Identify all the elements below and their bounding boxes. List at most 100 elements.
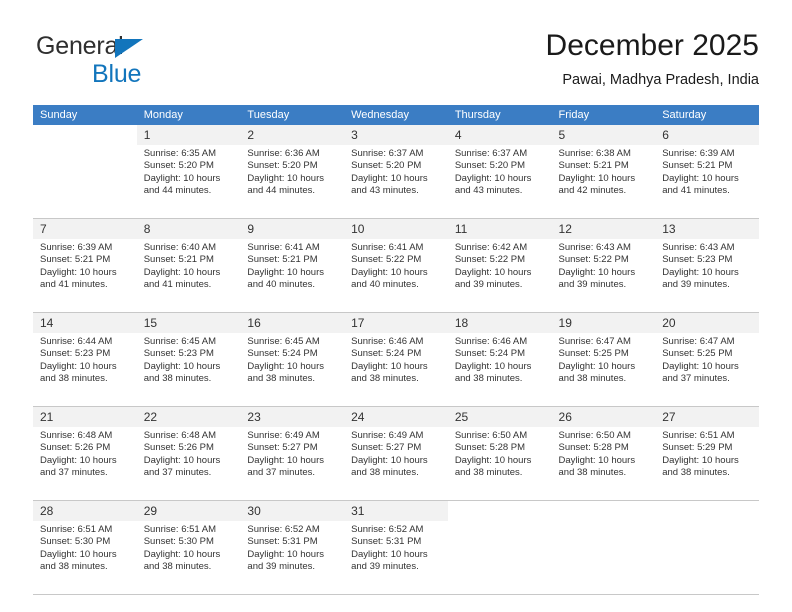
day-number[interactable]: 21 — [33, 406, 137, 427]
day-number[interactable]: 26 — [551, 406, 656, 427]
day-cell[interactable]: Sunrise: 6:37 AM Sunset: 5:20 PM Daylight:… — [344, 145, 448, 219]
day-detail-line: and 44 minutes. — [143, 185, 212, 197]
day-detail-line: Sunset: 5:24 PM — [454, 348, 526, 360]
day-detail-line: Sunrise: 6:37 AM — [351, 148, 424, 159]
day-number[interactable]: 25 — [447, 406, 552, 427]
day-number[interactable]: 8 — [136, 218, 241, 239]
day-number[interactable]: 1 — [136, 125, 241, 145]
day-detail-line: Sunrise: 6:48 AM — [40, 430, 113, 441]
day-cell[interactable]: Sunrise: 6:45 AM Sunset: 5:23 PM Daylight:… — [136, 333, 241, 407]
day-detail-line: Sunset: 5:21 PM — [247, 254, 318, 266]
day-number[interactable]: 2 — [240, 125, 345, 145]
day-detail-line: Daylight: 10 hours — [454, 360, 532, 372]
week-detail-row: Sunrise: 6:39 AM Sunset: 5:21 PM Daylight:… — [33, 239, 759, 313]
day-number[interactable]: 18 — [447, 312, 552, 333]
day-number[interactable]: 30 — [240, 500, 345, 521]
day-detail-line: Sunrise: 6:39 AM — [40, 242, 113, 253]
day-number[interactable]: 24 — [344, 406, 448, 427]
day-detail-line: Sunset: 5:22 PM — [351, 254, 422, 266]
day-detail-line: Sunset: 5:27 PM — [351, 442, 422, 454]
day-cell[interactable]: Sunrise: 6:41 AM Sunset: 5:21 PM Daylight:… — [240, 239, 345, 313]
day-cell[interactable]: Sunrise: 6:51 AM Sunset: 5:30 PM Daylight:… — [136, 521, 241, 595]
day-detail-line: and 39 minutes. — [247, 561, 316, 573]
day-cell[interactable]: Sunrise: 6:39 AM Sunset: 5:21 PM Daylight:… — [655, 145, 759, 219]
day-detail-line: Sunrise: 6:44 AM — [40, 336, 113, 347]
day-detail-line: Daylight: 10 hours — [143, 172, 221, 184]
day-cell[interactable]: Sunrise: 6:35 AM Sunset: 5:20 PM Daylight:… — [136, 145, 241, 219]
day-number[interactable]: 9 — [240, 218, 345, 239]
day-cell[interactable]: Sunrise: 6:37 AM Sunset: 5:20 PM Daylight:… — [447, 145, 552, 219]
day-cell[interactable]: Sunrise: 6:45 AM Sunset: 5:24 PM Daylight:… — [240, 333, 345, 407]
day-cell[interactable]: Sunrise: 6:48 AM Sunset: 5:26 PM Daylight:… — [136, 427, 241, 501]
day-detail-line: Daylight: 10 hours — [351, 454, 428, 466]
week-detail-row: Sunrise: 6:44 AM Sunset: 5:23 PM Daylight:… — [33, 333, 759, 407]
day-detail-line: Sunrise: 6:47 AM — [662, 336, 735, 347]
day-number[interactable]: 15 — [136, 312, 241, 333]
day-detail-line: Daylight: 10 hours — [454, 172, 532, 184]
day-number[interactable]: 11 — [447, 218, 552, 239]
day-number[interactable]: 20 — [655, 312, 759, 333]
day-number[interactable]: 12 — [551, 218, 656, 239]
day-number[interactable]: 14 — [33, 312, 137, 333]
week-detail-row: Sunrise: 6:51 AM Sunset: 5:30 PM Daylight:… — [33, 521, 759, 595]
day-detail-line: Sunrise: 6:51 AM — [143, 524, 217, 535]
generalblue-logo[interactable]: General Blue — [36, 32, 236, 92]
day-number[interactable]: 13 — [655, 218, 759, 239]
day-cell[interactable]: Sunrise: 6:49 AM Sunset: 5:27 PM Daylight:… — [240, 427, 345, 501]
day-number[interactable]: 17 — [344, 312, 448, 333]
day-detail-line: and 43 minutes. — [454, 185, 523, 197]
day-cell[interactable]: Sunrise: 6:41 AM Sunset: 5:22 PM Daylight:… — [344, 239, 448, 313]
day-number[interactable]: 27 — [655, 406, 759, 427]
day-cell[interactable]: Sunrise: 6:48 AM Sunset: 5:26 PM Daylight:… — [33, 427, 137, 501]
day-number[interactable]: 10 — [344, 218, 448, 239]
day-cell[interactable]: Sunrise: 6:47 AM Sunset: 5:25 PM Daylight:… — [655, 333, 759, 407]
day-number[interactable]: 4 — [447, 125, 552, 145]
empty-day-number — [655, 500, 759, 521]
day-cell[interactable]: Sunrise: 6:49 AM Sunset: 5:27 PM Daylight:… — [344, 427, 448, 501]
day-number[interactable]: 23 — [240, 406, 345, 427]
day-cell[interactable]: Sunrise: 6:47 AM Sunset: 5:25 PM Daylight:… — [551, 333, 656, 407]
day-number[interactable]: 3 — [344, 125, 448, 145]
day-detail-line: Sunset: 5:27 PM — [247, 442, 318, 454]
day-detail-line: Daylight: 10 hours — [247, 454, 324, 466]
empty-day-number — [447, 500, 552, 521]
day-detail-line: and 41 minutes. — [143, 279, 212, 291]
day-detail-line: and 38 minutes. — [351, 373, 419, 385]
day-number[interactable]: 16 — [240, 312, 345, 333]
weekday-header-thursday: Thursday — [447, 105, 552, 125]
day-detail-line: Sunset: 5:24 PM — [247, 348, 318, 360]
day-detail-line: and 37 minutes. — [40, 467, 108, 479]
day-number[interactable]: 22 — [136, 406, 241, 427]
day-detail-line: Sunset: 5:20 PM — [351, 160, 422, 172]
day-cell[interactable]: Sunrise: 6:50 AM Sunset: 5:28 PM Daylight:… — [551, 427, 656, 501]
day-number[interactable]: 19 — [551, 312, 656, 333]
day-number[interactable]: 6 — [655, 125, 759, 145]
day-detail-line: Sunset: 5:28 PM — [454, 442, 526, 454]
day-number[interactable]: 31 — [344, 500, 448, 521]
day-cell[interactable]: Sunrise: 6:42 AM Sunset: 5:22 PM Daylight:… — [447, 239, 552, 313]
weekday-header-friday: Friday — [551, 105, 656, 125]
day-cell[interactable]: Sunrise: 6:39 AM Sunset: 5:21 PM Daylight:… — [33, 239, 137, 313]
day-cell[interactable]: Sunrise: 6:44 AM Sunset: 5:23 PM Daylight:… — [33, 333, 137, 407]
day-cell[interactable]: Sunrise: 6:36 AM Sunset: 5:20 PM Daylight:… — [240, 145, 345, 219]
day-detail-line: and 38 minutes. — [454, 373, 523, 385]
day-cell[interactable]: Sunrise: 6:43 AM Sunset: 5:23 PM Daylight:… — [655, 239, 759, 313]
day-cell[interactable]: Sunrise: 6:43 AM Sunset: 5:22 PM Daylight:… — [551, 239, 656, 313]
day-cell[interactable]: Sunrise: 6:38 AM Sunset: 5:21 PM Daylight:… — [551, 145, 656, 219]
day-detail-line: Sunset: 5:30 PM — [143, 536, 214, 548]
day-cell[interactable]: Sunrise: 6:52 AM Sunset: 5:31 PM Daylight:… — [344, 521, 448, 595]
day-cell[interactable]: Sunrise: 6:40 AM Sunset: 5:21 PM Daylight:… — [136, 239, 241, 313]
weekday-header-tuesday: Tuesday — [240, 105, 345, 125]
page-title: December 2025 — [545, 29, 759, 62]
week-daynumber-row: 7 8 9 10 11 12 13 — [33, 218, 759, 239]
day-cell[interactable]: Sunrise: 6:51 AM Sunset: 5:29 PM Daylight:… — [655, 427, 759, 501]
day-cell[interactable]: Sunrise: 6:50 AM Sunset: 5:28 PM Daylight:… — [447, 427, 552, 501]
day-number[interactable]: 5 — [551, 125, 656, 145]
day-cell[interactable]: Sunrise: 6:52 AM Sunset: 5:31 PM Daylight:… — [240, 521, 345, 595]
day-number[interactable]: 28 — [33, 500, 137, 521]
day-cell[interactable]: Sunrise: 6:46 AM Sunset: 5:24 PM Daylight:… — [344, 333, 448, 407]
day-cell[interactable]: Sunrise: 6:46 AM Sunset: 5:24 PM Daylight:… — [447, 333, 552, 407]
day-cell[interactable]: Sunrise: 6:51 AM Sunset: 5:30 PM Daylight:… — [33, 521, 137, 595]
day-number[interactable]: 29 — [136, 500, 241, 521]
day-number[interactable]: 7 — [33, 218, 137, 239]
